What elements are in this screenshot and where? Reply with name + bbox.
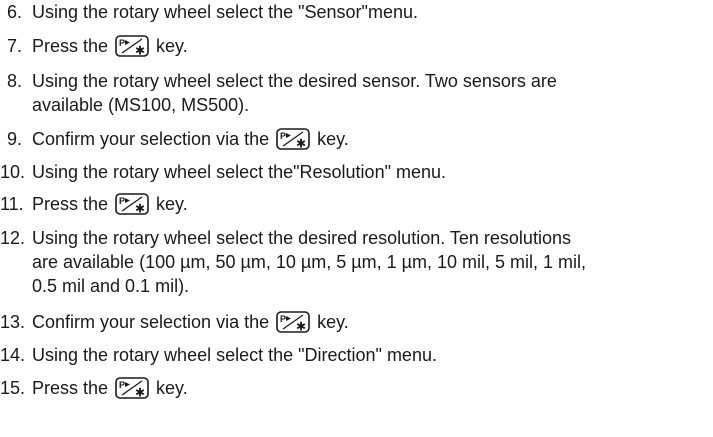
svg-text:P: P: [119, 380, 125, 390]
step-number: 10.: [0, 162, 26, 182]
step-number: 6.: [7, 2, 23, 22]
step-text: Using the rotary wheel select the desire…: [32, 71, 557, 91]
step-text: key.: [151, 194, 188, 214]
step-text: key.: [151, 36, 188, 56]
step-text: Press the: [32, 378, 114, 398]
svg-text:✱: ✱: [296, 137, 306, 151]
step-text: Using the rotary wheel select the"Resolu…: [32, 162, 446, 182]
step-number: 7.: [7, 36, 23, 56]
step-text: key.: [312, 129, 349, 149]
svg-text:✱: ✱: [135, 386, 145, 400]
step-number: 11.: [0, 194, 24, 214]
p-star-key-icon: P ✱: [115, 35, 149, 57]
p-star-key-icon: P ✱: [115, 193, 149, 215]
svg-text:✱: ✱: [296, 320, 306, 334]
step-text: 0.5 mil and 0.1 mil).: [32, 276, 190, 296]
step-number: 13.: [0, 312, 26, 332]
svg-text:P: P: [280, 131, 286, 141]
step-number: 12.: [0, 228, 26, 248]
p-star-key-icon: P ✱: [276, 311, 310, 333]
step-text: Confirm your selection via the: [32, 312, 275, 332]
instruction-list: 6. Using the rotary wheel select the "Se…: [0, 0, 713, 437]
p-star-key-icon: P ✱: [276, 128, 310, 150]
p-star-key-icon: P ✱: [115, 377, 149, 399]
svg-text:P: P: [119, 196, 125, 206]
step-text: key.: [151, 378, 188, 398]
step-text: are available (100 µm, 50 µm, 10 µm, 5 µ…: [32, 252, 587, 272]
step-text: Using the rotary wheel select the desire…: [32, 228, 571, 248]
svg-text:P: P: [280, 314, 286, 324]
step-text: Press the: [32, 194, 114, 214]
step-text: key.: [312, 312, 349, 332]
svg-text:✱: ✱: [135, 44, 145, 58]
step-text: Confirm your selection via the: [32, 129, 275, 149]
step-number: 9.: [7, 129, 23, 149]
svg-text:✱: ✱: [135, 202, 145, 216]
step-number: 14.: [0, 345, 26, 365]
step-text: Using the rotary wheel select the "Senso…: [32, 2, 418, 22]
svg-text:P: P: [119, 38, 125, 48]
step-text: Press the: [32, 36, 114, 56]
step-text: available (MS100, MS500).: [32, 95, 250, 115]
step-number: 15.: [0, 378, 26, 398]
step-number: 8.: [7, 71, 23, 91]
step-text: Using the rotary wheel select the "Direc…: [32, 345, 437, 365]
